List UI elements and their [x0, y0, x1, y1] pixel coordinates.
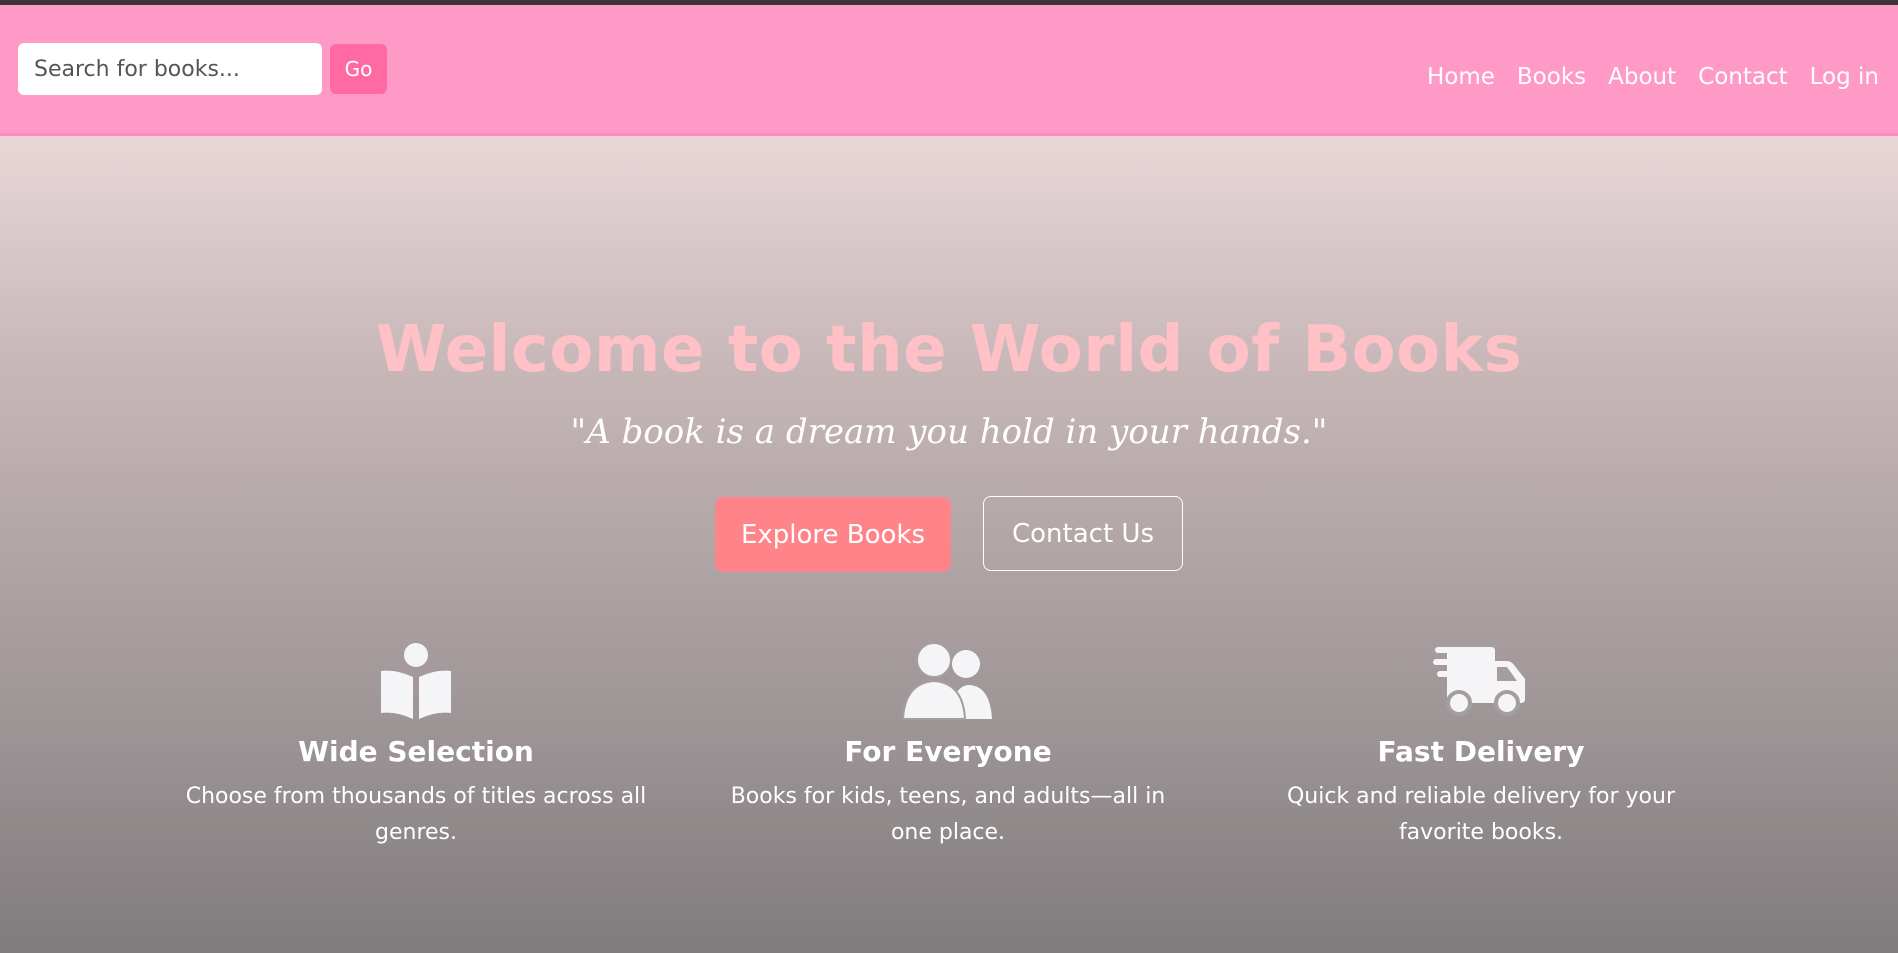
- nav-about-link[interactable]: About: [1597, 57, 1687, 97]
- feature-title: For Everyone: [844, 735, 1052, 768]
- delivery-truck-icon: [1433, 647, 1525, 716]
- nav-home-link[interactable]: Home: [1416, 57, 1506, 97]
- feature-text: Choose from thousands of titles across a…: [185, 784, 647, 845]
- hero-title: Welcome to the World of Books: [375, 313, 1523, 387]
- feature-for-everyone: For Everyone Books for kids, teens, and …: [713, 641, 1183, 851]
- feature-text: Quick and reliable delivery for your fav…: [1286, 784, 1676, 845]
- nav-books-link[interactable]: Books: [1506, 57, 1597, 97]
- search-go-button[interactable]: Go: [330, 44, 387, 94]
- hero-section: Welcome to the World of Books "A book is…: [0, 136, 1898, 953]
- feature-fast-delivery: Fast Delivery Quick and reliable deliver…: [1246, 641, 1716, 851]
- nav-contact-link[interactable]: Contact: [1687, 57, 1798, 97]
- hero-quote: "A book is a dream you hold in your hand…: [570, 412, 1328, 452]
- nav-login-link[interactable]: Log in: [1799, 57, 1890, 97]
- navbar: Go Home Books About Contact Log in: [0, 5, 1898, 136]
- search-input[interactable]: [18, 43, 322, 95]
- users-icon: [901, 642, 992, 720]
- feature-title: Fast Delivery: [1377, 735, 1585, 768]
- contact-us-button[interactable]: Contact Us: [983, 496, 1183, 571]
- feature-title: Wide Selection: [298, 735, 534, 768]
- explore-books-button[interactable]: Explore Books: [715, 497, 951, 572]
- nav-links: Home Books About Contact Log in: [1416, 57, 1890, 97]
- feature-wide-selection: Wide Selection Choose from thousands of …: [181, 641, 651, 851]
- book-reader-icon: [381, 643, 451, 719]
- feature-text: Books for kids, teens, and adults—all in…: [730, 784, 1166, 845]
